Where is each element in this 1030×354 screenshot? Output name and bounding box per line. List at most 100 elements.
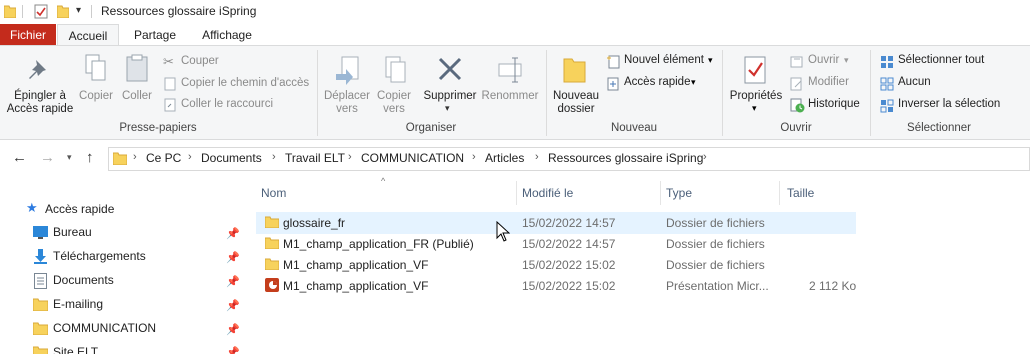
file-type: Dossier de fichiers bbox=[666, 258, 765, 272]
nav-item-telechargements[interactable]: Téléchargements bbox=[30, 246, 240, 268]
sort-ascending-icon: ^ bbox=[381, 176, 386, 186]
desktop-icon bbox=[33, 226, 48, 239]
back-arrow-icon[interactable]: ← bbox=[12, 149, 27, 166]
paste-button[interactable]: Coller bbox=[118, 52, 156, 108]
pin-icon[interactable]: 📌 bbox=[226, 275, 240, 288]
chevron-down-icon: ▾ bbox=[445, 103, 450, 113]
new-item-button[interactable]: Nouvel élément ▾ bbox=[606, 53, 718, 71]
select-all-button[interactable]: Sélectionner tout bbox=[880, 53, 1000, 71]
properties-button[interactable]: Propriétés ▾ bbox=[726, 52, 786, 118]
paste-shortcut-button[interactable]: Coller le raccourci bbox=[163, 97, 283, 115]
new-folder-button[interactable]: Nouveau dossier bbox=[550, 52, 602, 118]
breadcrumb-documents[interactable]: Documents bbox=[201, 151, 262, 165]
properties-check-icon[interactable] bbox=[34, 4, 48, 19]
breadcrumb-articles[interactable]: Articles bbox=[485, 151, 524, 165]
powerpoint-icon bbox=[265, 278, 279, 292]
column-divider[interactable] bbox=[516, 181, 517, 205]
breadcrumb-ce-pc[interactable]: Ce PC bbox=[146, 151, 181, 165]
table-row[interactable]: M1_champ_application_VF 15/02/2022 15:02… bbox=[256, 254, 856, 276]
folder-icon bbox=[265, 258, 279, 270]
group-label-open: Ouvrir bbox=[780, 122, 812, 134]
pin-icon[interactable]: 📌 bbox=[226, 227, 240, 240]
copy-to-label-line2: vers bbox=[383, 103, 405, 115]
pin-icon[interactable]: 📌 bbox=[226, 251, 240, 264]
breadcrumb-communication[interactable]: COMMUNICATION bbox=[361, 151, 464, 165]
cut-button[interactable]: ✂ Couper bbox=[163, 54, 243, 72]
nav-item-communication[interactable]: COMMUNICATION bbox=[30, 318, 240, 340]
nav-item-label: Téléchargements bbox=[53, 249, 146, 263]
nav-item-label: Site ELT bbox=[53, 345, 99, 354]
group-label-new: Nouveau bbox=[610, 122, 658, 134]
edit-label: Modifier bbox=[808, 76, 849, 88]
invert-selection-icon bbox=[880, 99, 894, 113]
easy-access-button[interactable]: Accès rapide ▾ bbox=[606, 75, 718, 93]
breadcrumb-separator-icon: › bbox=[535, 151, 539, 163]
chevron-down-icon: ▾ bbox=[844, 55, 849, 65]
new-folder-icon[interactable] bbox=[57, 4, 69, 18]
tab-accueil[interactable]: Accueil bbox=[57, 24, 119, 47]
nav-quick-access[interactable]: ★ Accès rapide bbox=[26, 198, 226, 220]
pin-label-line2: Accès rapide bbox=[6, 103, 74, 115]
file-date: 15/02/2022 15:02 bbox=[522, 258, 616, 272]
nav-item-site-elt[interactable]: Site ELT bbox=[30, 342, 240, 354]
edit-button[interactable]: Modifier bbox=[790, 75, 860, 93]
copy-button[interactable]: Copier bbox=[78, 52, 114, 108]
copy-path-button[interactable]: Copier le chemin d'accès bbox=[163, 76, 313, 94]
pin-icon[interactable]: 📌 bbox=[226, 346, 240, 354]
history-icon bbox=[790, 98, 805, 113]
rename-button[interactable]: Renommer bbox=[480, 52, 540, 108]
file-size: 2 112 Ko bbox=[809, 279, 857, 293]
invert-selection-button[interactable]: Inverser la sélection bbox=[880, 97, 1010, 115]
select-none-button[interactable]: Aucun bbox=[880, 75, 950, 93]
delete-label: Supprimer bbox=[423, 90, 477, 102]
easy-access-icon bbox=[607, 77, 619, 91]
file-date: 15/02/2022 15:02 bbox=[522, 279, 616, 293]
table-row[interactable]: glossaire_fr 15/02/2022 14:57 Dossier de… bbox=[256, 212, 856, 234]
up-arrow-icon[interactable]: ↑ bbox=[86, 149, 94, 166]
copy-label: Copier bbox=[79, 90, 113, 102]
copy-icon bbox=[85, 54, 106, 81]
table-row[interactable]: M1_champ_application_VF 15/02/2022 15:02… bbox=[256, 275, 856, 297]
pin-quick-access-button[interactable]: Épingler à Accès rapide bbox=[2, 52, 78, 118]
tab-partage[interactable]: Partage bbox=[128, 24, 182, 46]
breadcrumb-travail-elt[interactable]: Travail ELT bbox=[285, 151, 345, 165]
pin-icon[interactable]: 📌 bbox=[226, 323, 240, 336]
file-date: 15/02/2022 14:57 bbox=[522, 216, 616, 230]
table-row[interactable]: M1_champ_application_FR (Publié) 15/02/2… bbox=[256, 233, 856, 255]
column-divider[interactable] bbox=[779, 181, 780, 205]
delete-button[interactable]: Supprimer ▾ bbox=[420, 52, 480, 118]
file-date: 15/02/2022 14:57 bbox=[522, 237, 616, 251]
file-name: glossaire_fr bbox=[283, 216, 346, 230]
nav-item-documents[interactable]: Documents bbox=[30, 270, 240, 292]
divider bbox=[91, 5, 92, 18]
cut-label: Couper bbox=[181, 55, 219, 67]
history-button[interactable]: Historique bbox=[790, 97, 866, 115]
tab-affichage[interactable]: Affichage bbox=[196, 24, 258, 46]
pin-icon[interactable]: 📌 bbox=[226, 299, 240, 312]
star-icon: ★ bbox=[26, 200, 38, 215]
chevron-down-icon: ▾ bbox=[752, 103, 757, 113]
new-item-label: Nouvel élément bbox=[624, 54, 704, 66]
nav-item-bureau[interactable]: Bureau bbox=[30, 222, 240, 244]
breadcrumb-separator-icon: › bbox=[703, 151, 707, 163]
open-button[interactable]: Ouvrir ▾ bbox=[790, 53, 854, 71]
copy-to-button[interactable]: Copier vers bbox=[372, 52, 416, 118]
nav-item-e-mailing[interactable]: E-mailing bbox=[30, 294, 240, 316]
column-header-name[interactable]: Nom bbox=[261, 186, 286, 200]
breadcrumb-current-folder[interactable]: Ressources glossaire iSpring bbox=[548, 151, 703, 165]
select-all-label: Sélectionner tout bbox=[898, 54, 985, 66]
column-divider[interactable] bbox=[660, 181, 661, 205]
move-to-label-line2: vers bbox=[336, 103, 358, 115]
rename-icon bbox=[498, 57, 522, 83]
tab-fichier[interactable]: Fichier bbox=[0, 24, 56, 46]
column-header-type[interactable]: Type bbox=[666, 186, 692, 200]
column-header-date[interactable]: Modifié le bbox=[522, 186, 573, 200]
chevron-down-icon[interactable]: ▾ bbox=[76, 5, 81, 16]
forward-arrow-icon[interactable]: → bbox=[40, 149, 55, 166]
new-folder-label-line2: dossier bbox=[557, 103, 595, 115]
window-title: Ressources glossaire iSpring bbox=[101, 4, 257, 18]
breadcrumb-separator-icon: › bbox=[348, 151, 352, 163]
recent-locations-chevron-icon[interactable]: ▾ bbox=[67, 152, 72, 163]
move-to-button[interactable]: Déplacer vers bbox=[322, 52, 372, 118]
column-header-size[interactable]: Taille bbox=[787, 186, 814, 200]
